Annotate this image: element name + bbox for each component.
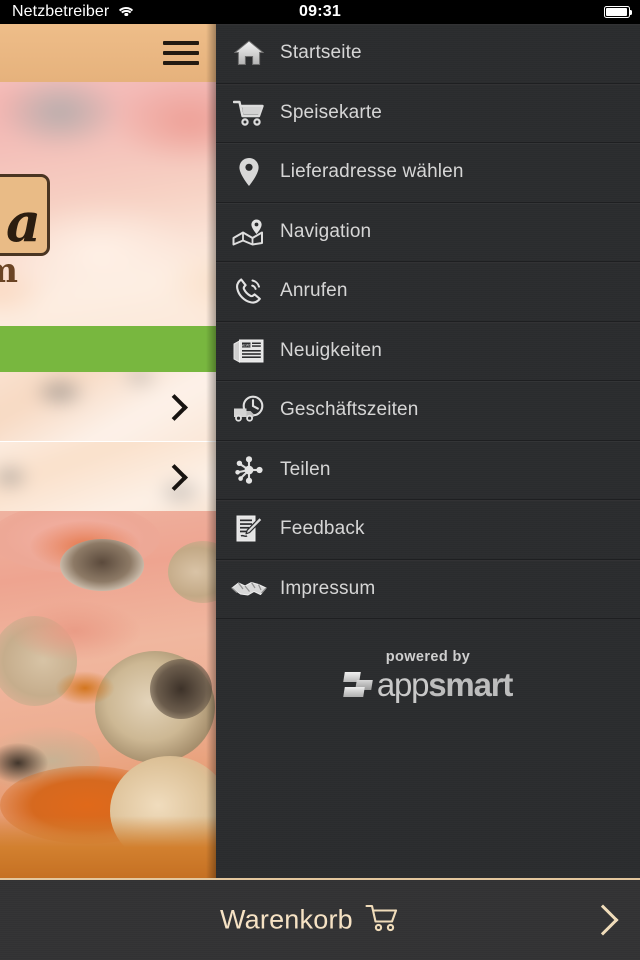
- shopping-cart-icon: [365, 903, 399, 938]
- appsmart-logo: appsmart: [216, 668, 640, 701]
- appsmart-wordmark: appsmart: [376, 666, 514, 703]
- list-item[interactable]: [0, 442, 216, 511]
- map-navigation-icon: [220, 203, 278, 261]
- logo-script-text: a: [6, 190, 41, 254]
- logo-shape: [343, 686, 365, 697]
- menu-item-neuigkeiten[interactable]: NEWS Neuigkeiten: [216, 322, 640, 381]
- status-bar-right: [604, 0, 633, 24]
- app-screen: a m: [0, 0, 640, 960]
- handshake-icon: [220, 560, 278, 618]
- menu-item-label: Geschäftszeiten: [280, 399, 419, 421]
- hamburger-bar: [163, 41, 199, 45]
- hamburger-bar: [163, 51, 199, 55]
- menu-item-label: Speisekarte: [280, 101, 382, 123]
- menu-item-label: Teilen: [280, 458, 331, 480]
- pizza-photo: [0, 511, 216, 880]
- green-banner[interactable]: [0, 326, 216, 372]
- cart-label: Warenkorb: [220, 904, 353, 935]
- menu-item-lieferadresse[interactable]: Lieferadresse wählen: [216, 143, 640, 203]
- menu-item-label: Lieferadresse wählen: [280, 161, 464, 183]
- menu-item-startseite[interactable]: Startseite: [216, 24, 640, 84]
- home-icon: [220, 24, 278, 82]
- menu-item-impressum[interactable]: Impressum: [216, 560, 640, 619]
- list-item[interactable]: [0, 372, 216, 441]
- mushroom-detail: [150, 659, 212, 719]
- brand-app: app: [376, 666, 430, 703]
- map-pin-icon: [220, 143, 278, 201]
- menu-item-label: Neuigkeiten: [280, 339, 382, 361]
- powered-by-footer: powered by appsmart: [216, 625, 640, 701]
- menu-item-geschaeftszeiten[interactable]: Geschäftszeiten: [216, 381, 640, 441]
- crust-edge: [0, 816, 216, 880]
- delivery-truck-clock-icon: [220, 381, 278, 439]
- photo-detail: [55, 671, 115, 705]
- logo-subtitle-text: m: [0, 254, 18, 288]
- svg-text:NEWS: NEWS: [241, 343, 252, 347]
- menu-item-anrufen[interactable]: Anrufen: [216, 262, 640, 322]
- menu-item-speisekarte[interactable]: Speisekarte: [216, 84, 640, 143]
- menu-item-label: Impressum: [280, 577, 376, 599]
- cart-bar-content: Warenkorb: [220, 903, 399, 938]
- chevron-right-icon: [587, 904, 619, 936]
- form-pencil-icon: [220, 500, 278, 558]
- hero-image: a m: [0, 82, 216, 326]
- battery-fill: [606, 8, 628, 16]
- status-bar: Netzbetreiber 09:31: [0, 0, 640, 24]
- menu-item-feedback[interactable]: Feedback: [216, 500, 640, 560]
- mushroom-slice: [60, 539, 144, 591]
- restaurant-logo-badge: a: [0, 174, 50, 256]
- menu-item-label: Anrufen: [280, 280, 348, 302]
- shopping-cart-icon: [220, 84, 278, 142]
- background-app-header: [0, 24, 216, 82]
- menu-item-label: Startseite: [280, 42, 362, 64]
- battery-full-icon: [604, 6, 633, 18]
- appsmart-logo-icon: [343, 671, 373, 698]
- brand-smart: smart: [428, 666, 513, 703]
- menu-item-navigation[interactable]: Navigation: [216, 203, 640, 262]
- menu-item-label: Navigation: [280, 220, 372, 242]
- clock-label: 09:31: [299, 3, 341, 20]
- phone-icon: [220, 262, 278, 320]
- menu-item-teilen[interactable]: Teilen: [216, 441, 640, 500]
- navigation-drawer: Startseite Speisekarte Lieferadresse wäh…: [216, 24, 640, 880]
- powered-by-label: powered by: [385, 649, 471, 665]
- hamburger-bar: [163, 61, 199, 65]
- photo-detail: [10, 601, 140, 661]
- newspaper-icon: NEWS: [220, 322, 278, 380]
- menu-item-label: Feedback: [280, 518, 365, 540]
- share-nodes-icon: [220, 441, 278, 499]
- hamburger-icon[interactable]: [163, 38, 199, 68]
- cart-bar[interactable]: Warenkorb: [0, 878, 640, 960]
